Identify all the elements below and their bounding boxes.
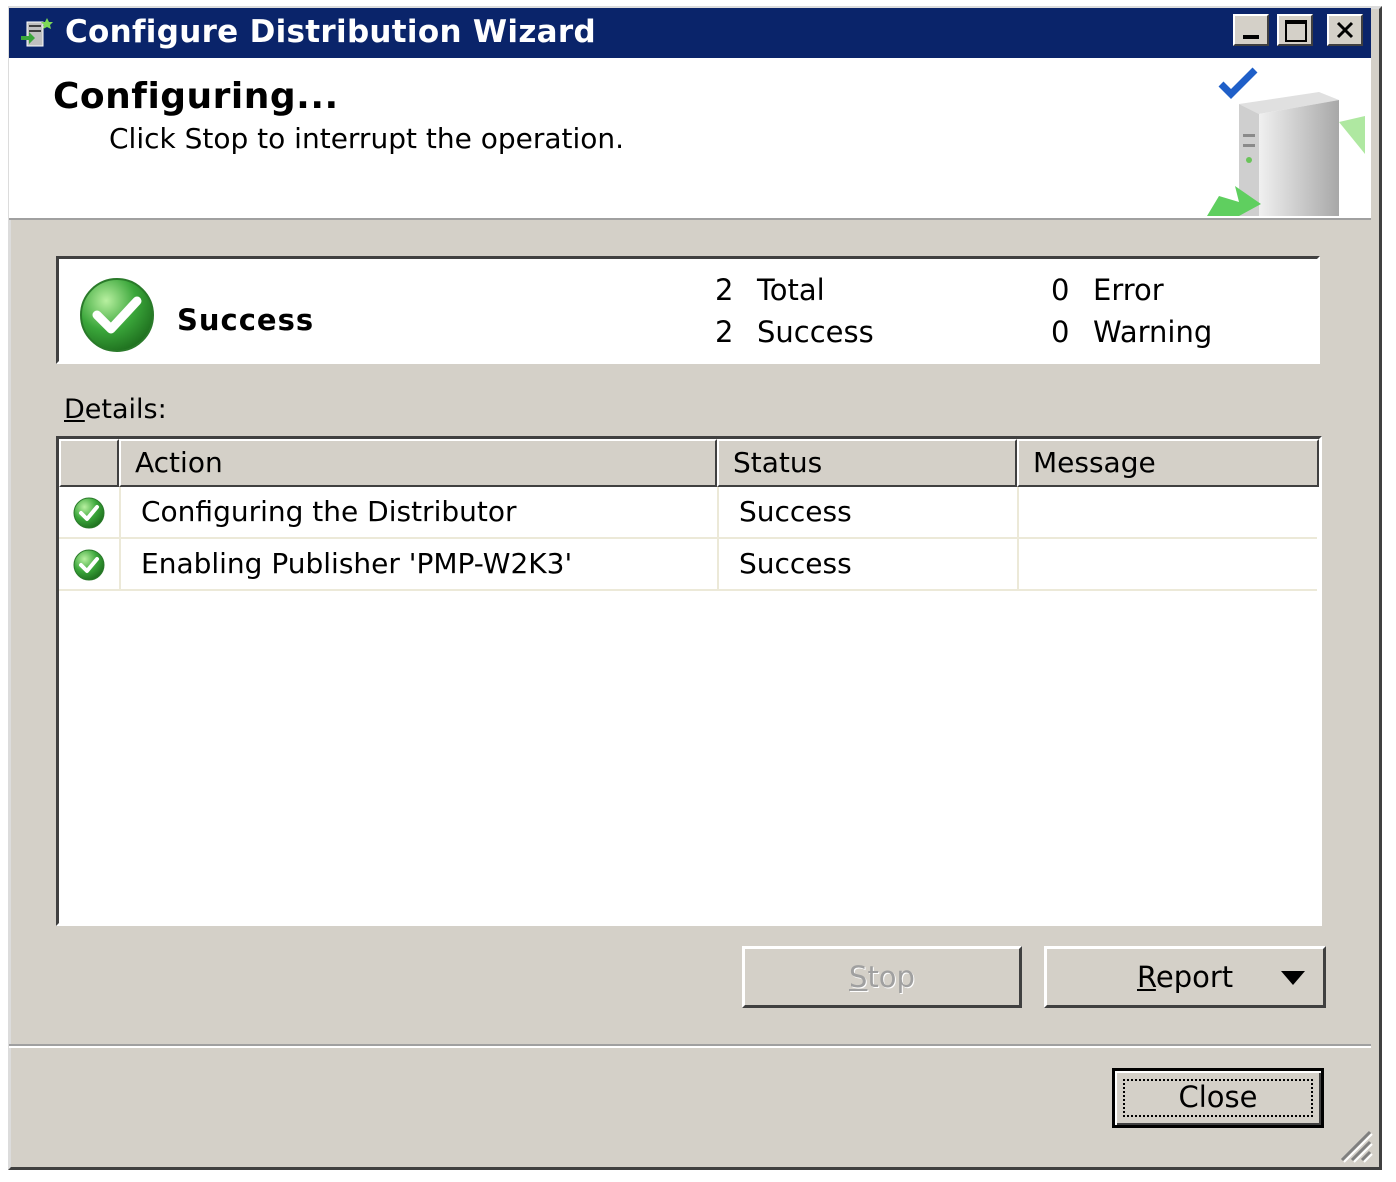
- focus-rectangle: [1123, 1079, 1313, 1117]
- grid-divider: [119, 487, 121, 589]
- minimize-button[interactable]: [1233, 14, 1269, 46]
- warning-label: Warning: [1093, 315, 1213, 349]
- page-title: Configuring...: [53, 76, 339, 117]
- grid-divider: [717, 487, 719, 589]
- grid-divider: [1017, 487, 1019, 589]
- details-label-mnemonic: D: [64, 394, 85, 425]
- success-stat: 2 Success: [715, 315, 874, 349]
- details-label: Details:: [64, 394, 167, 425]
- column-header-message[interactable]: Message: [1017, 439, 1319, 487]
- row-status: Success: [739, 547, 852, 580]
- row-action: Configuring the Distributor: [141, 495, 517, 528]
- success-label: Success: [757, 315, 874, 349]
- success-check-icon: [80, 278, 154, 352]
- column-header-status[interactable]: Status: [717, 439, 1017, 487]
- title-bar[interactable]: Configure Distribution Wizard: [9, 8, 1371, 58]
- server-check-icon: [1207, 67, 1365, 216]
- details-label-rest: etails:: [84, 394, 167, 425]
- error-count: 0: [1051, 273, 1070, 307]
- error-stat: 0 Error: [1051, 273, 1164, 307]
- success-check-icon: [73, 497, 105, 529]
- report-button-mnemonic: R: [1137, 960, 1156, 994]
- error-label: Error: [1093, 273, 1164, 307]
- wizard-header: Configuring... Click Stop to interrupt t…: [9, 58, 1371, 220]
- table-row[interactable]: Configuring the Distributor Success: [59, 487, 1317, 539]
- footer-separator: [9, 1044, 1371, 1048]
- total-stat: 2 Total: [715, 273, 825, 307]
- total-count: 2: [715, 273, 734, 307]
- page-subtitle: Click Stop to interrupt the operation.: [109, 122, 625, 155]
- column-header-action[interactable]: Action: [119, 439, 717, 487]
- close-button[interactable]: Close: [1112, 1068, 1324, 1128]
- stop-button-mnemonic: S: [849, 960, 868, 994]
- warning-stat: 0 Warning: [1051, 315, 1212, 349]
- stop-button[interactable]: Stop: [742, 946, 1022, 1008]
- row-action: Enabling Publisher 'PMP-W2K3': [141, 547, 573, 580]
- resize-grip-icon[interactable]: [1334, 1124, 1374, 1164]
- report-button-label: eport: [1155, 960, 1234, 994]
- details-grid[interactable]: Action Status Message Configuring the Di…: [56, 436, 1322, 926]
- success-check-icon: [73, 549, 105, 581]
- wizard-app-icon: [21, 18, 53, 47]
- table-row[interactable]: Enabling Publisher 'PMP-W2K3' Success: [59, 539, 1317, 591]
- stop-button-label: top: [867, 960, 915, 994]
- overall-status: Success: [177, 303, 315, 337]
- total-label: Total: [757, 273, 825, 307]
- close-window-button[interactable]: [1327, 14, 1363, 46]
- minimize-icon: [1243, 35, 1259, 39]
- summary-panel: Success 2 Total 2 Success 0 Error 0 Warning: [56, 256, 1320, 364]
- window-title: Configure Distribution Wizard: [65, 14, 596, 50]
- column-header-icon[interactable]: [59, 439, 119, 487]
- close-icon: [1336, 21, 1354, 39]
- maximize-icon: [1285, 20, 1307, 42]
- maximize-button[interactable]: [1277, 14, 1313, 46]
- dropdown-arrow-icon: [1281, 971, 1305, 985]
- report-button[interactable]: Report: [1044, 946, 1326, 1008]
- warning-count: 0: [1051, 315, 1070, 349]
- row-status: Success: [739, 495, 852, 528]
- success-count: 2: [715, 315, 734, 349]
